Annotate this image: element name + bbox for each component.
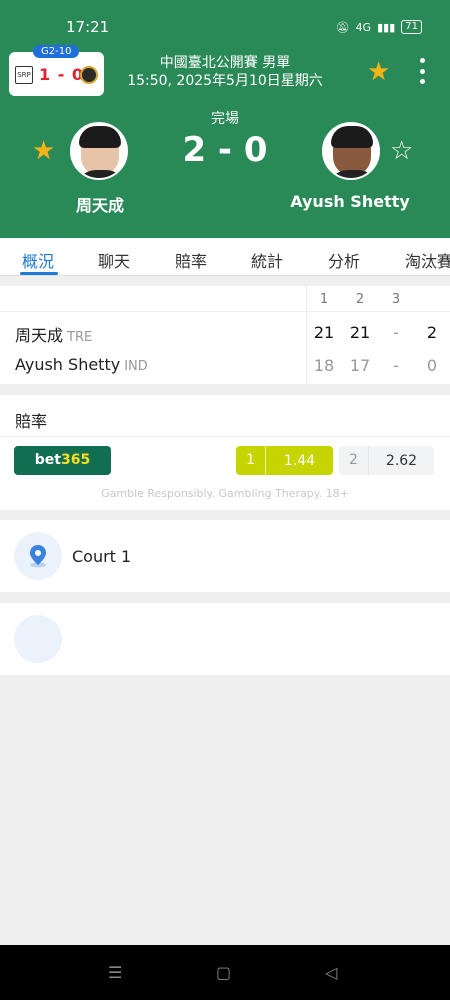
player-left-avatar[interactable] — [70, 122, 128, 180]
mini-score-badge: G2-10 — [33, 45, 80, 58]
player-right-name[interactable]: Ayush Shetty — [290, 192, 410, 211]
placeholder-card — [0, 603, 450, 675]
battery-icon: 71 — [401, 20, 422, 34]
tab-bar: 概況 聊天 賠率 統計 分析 淘汰賽 — [0, 238, 450, 276]
tab-knockout[interactable]: 淘汰賽 — [405, 248, 450, 272]
mini-score: 1 - 0 — [39, 65, 85, 84]
set-score: 21 — [349, 323, 371, 342]
odds-card: 賠率 bet365 1 1.44 2 2.62 Gamble Responsib… — [0, 395, 450, 510]
venue-card[interactable]: Court 1 — [0, 520, 450, 592]
mute-icon: 🔕︎ — [335, 20, 350, 34]
set-score: - — [393, 356, 399, 375]
set-score: 21 — [313, 323, 335, 342]
match-datetime: 15:50, 2025年5月10日星期六 — [127, 73, 323, 89]
back-icon[interactable]: ◁ — [325, 963, 337, 982]
scoreboard-row-left: 周天成 TRE — [15, 322, 92, 346]
set-score: 17 — [349, 356, 371, 375]
tab-analysis[interactable]: 分析 — [328, 248, 360, 272]
player-right-avatar[interactable] — [322, 122, 380, 180]
venue-label: Court 1 — [72, 547, 132, 566]
favorite-player-right-star-icon[interactable]: ☆ — [390, 136, 413, 166]
set-header-3: 3 — [391, 292, 401, 307]
odds-home-button[interactable]: 1 1.44 — [236, 446, 333, 475]
sets-total: 2 — [426, 323, 438, 342]
location-pin-icon — [14, 532, 62, 580]
tab-odds[interactable]: 賠率 — [175, 248, 207, 272]
system-nav-bar: ☰ ▢ ◁ — [0, 945, 450, 1000]
player-left-name[interactable]: 周天成 — [40, 192, 160, 216]
tournament-info: 中國臺北公開賽 男單 15:50, 2025年5月10日星期六 — [125, 54, 325, 90]
clock: 17:21 — [66, 18, 110, 36]
tab-overview[interactable]: 概況 — [22, 248, 54, 272]
tab-stats[interactable]: 統計 — [251, 248, 283, 272]
signal-icon: ▮▮▮ — [377, 20, 396, 34]
set-header-2: 2 — [355, 292, 365, 307]
match-header: 17:21 🔕︎ 4G ▮▮▮ 71 G2-10 SRP 1 - 0 中國臺北公… — [0, 0, 450, 238]
odds-home-label: 1 — [236, 446, 266, 475]
set-score: 18 — [313, 356, 335, 375]
active-tab-indicator — [20, 272, 58, 275]
bet365-logo-part2: 365 — [60, 452, 91, 468]
tournament-name: 中國臺北公開賽 男單 — [159, 55, 291, 71]
scoreboard-row-right: Ayush Shetty IND — [15, 355, 148, 374]
mini-score-card[interactable]: G2-10 SRP 1 - 0 — [9, 45, 104, 96]
odds-home-value: 1.44 — [283, 452, 316, 469]
placeholder-icon — [14, 615, 62, 663]
tab-chat[interactable]: 聊天 — [98, 248, 130, 272]
menu-icon[interactable]: ☰ — [108, 963, 122, 982]
signal-label: 4G — [355, 20, 372, 34]
set-header-1: 1 — [319, 292, 329, 307]
match-score: 2 - 0 — [182, 130, 268, 170]
divider — [0, 311, 450, 312]
status-icons: 🔕︎ 4G ▮▮▮ 71 — [336, 20, 422, 34]
bet365-logo[interactable]: bet365 — [14, 446, 111, 475]
scoreboard-country: IND — [124, 359, 148, 374]
odds-away-value: 2.62 — [385, 452, 418, 469]
team-left-logo-icon: SRP — [15, 66, 33, 84]
sets-total: 0 — [426, 356, 438, 375]
odds-away-button[interactable]: 2 2.62 — [339, 446, 434, 475]
match-status: 完場 — [211, 111, 239, 127]
scoreboard: 1 2 3 周天成 TRE 21 21 - 2 Ayush Shetty IND 1… — [0, 286, 450, 384]
scoreboard-player-name: Ayush Shetty — [15, 355, 121, 374]
scoreboard-player-name: 周天成 — [15, 326, 64, 345]
divider — [0, 436, 450, 437]
bet365-logo-part1: bet — [34, 452, 61, 468]
set-score: - — [393, 323, 399, 342]
favorite-match-star-icon[interactable]: ★ — [367, 57, 390, 87]
home-icon[interactable]: ▢ — [216, 963, 231, 982]
odds-away-label: 2 — [339, 446, 369, 475]
divider — [306, 286, 307, 384]
more-options-icon[interactable] — [414, 58, 430, 84]
odds-title: 賠率 — [15, 412, 48, 431]
gambling-disclaimer: Gamble Responsibly. Gambling Therapy. 18… — [101, 487, 349, 500]
scoreboard-country: TRE — [67, 330, 93, 345]
favorite-player-left-star-icon[interactable]: ★ — [32, 136, 55, 166]
team-right-logo-icon — [80, 66, 98, 84]
